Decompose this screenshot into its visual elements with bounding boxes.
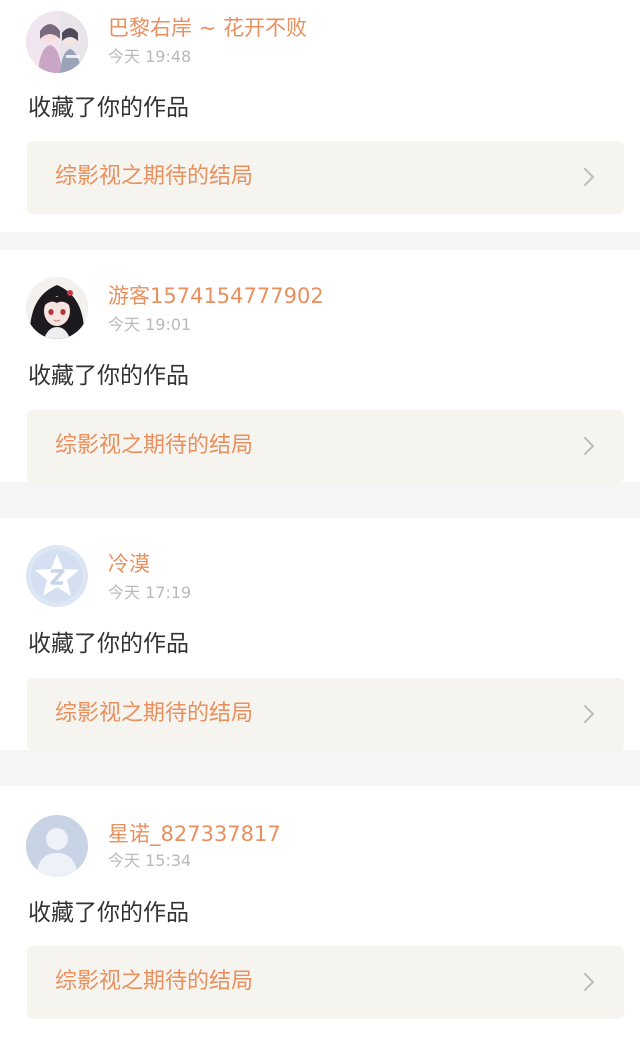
notification-card: 巴黎右岸 ~ 花开不败 今天 19:48 收藏了你的作品 综影视之期待的结局 <box>0 0 640 232</box>
work-link[interactable]: 综影视之期待的结局 <box>27 410 624 483</box>
work-link[interactable]: 综影视之期待的结局 <box>27 946 624 1019</box>
work-link[interactable]: 综影视之期待的结局 <box>27 141 624 214</box>
user-avatar[interactable] <box>26 11 88 73</box>
default-star-avatar-icon <box>26 545 88 607</box>
notification-card: 冷漠 今天 17:19 收藏了你的作品 综影视之期待的结局 <box>0 518 640 751</box>
user-avatar[interactable] <box>26 545 88 607</box>
chevron-right-icon <box>578 703 600 725</box>
timestamp: 今天 19:48 <box>108 47 192 66</box>
action-text: 收藏了你的作品 <box>28 363 189 389</box>
anime-couple-avatar-icon <box>26 11 88 73</box>
chevron-right-icon <box>578 435 600 457</box>
work-link[interactable]: 综影视之期待的结局 <box>27 678 624 751</box>
username[interactable]: 冷漠 <box>108 550 150 578</box>
default-person-avatar-icon <box>26 815 88 877</box>
action-text: 收藏了你的作品 <box>28 631 189 657</box>
username[interactable]: 星诺_827337817 <box>108 820 281 848</box>
chevron-right-icon <box>578 971 600 993</box>
timestamp: 今天 19:01 <box>108 315 192 334</box>
username[interactable]: 巴黎右岸 ~ 花开不败 <box>108 14 307 42</box>
work-title: 综影视之期待的结局 <box>55 701 254 726</box>
timestamp: 今天 17:19 <box>108 583 192 602</box>
timestamp: 今天 15:34 <box>108 851 192 870</box>
action-text: 收藏了你的作品 <box>28 95 189 121</box>
notification-card: 游客1574154777902 今天 19:01 收藏了你的作品 综影视之期待的… <box>0 250 640 483</box>
username[interactable]: 游客1574154777902 <box>108 282 324 310</box>
anime-girl-avatar-icon <box>26 277 88 339</box>
notification-card: 星诺_827337817 今天 15:34 收藏了你的作品 综影视之期待的结局 <box>0 786 640 1041</box>
work-title: 综影视之期待的结局 <box>55 164 254 189</box>
action-text: 收藏了你的作品 <box>28 900 189 926</box>
chevron-right-icon <box>578 166 600 188</box>
work-title: 综影视之期待的结局 <box>55 969 254 994</box>
user-avatar[interactable] <box>26 277 88 339</box>
work-title: 综影视之期待的结局 <box>55 433 254 458</box>
user-avatar[interactable] <box>26 815 88 877</box>
